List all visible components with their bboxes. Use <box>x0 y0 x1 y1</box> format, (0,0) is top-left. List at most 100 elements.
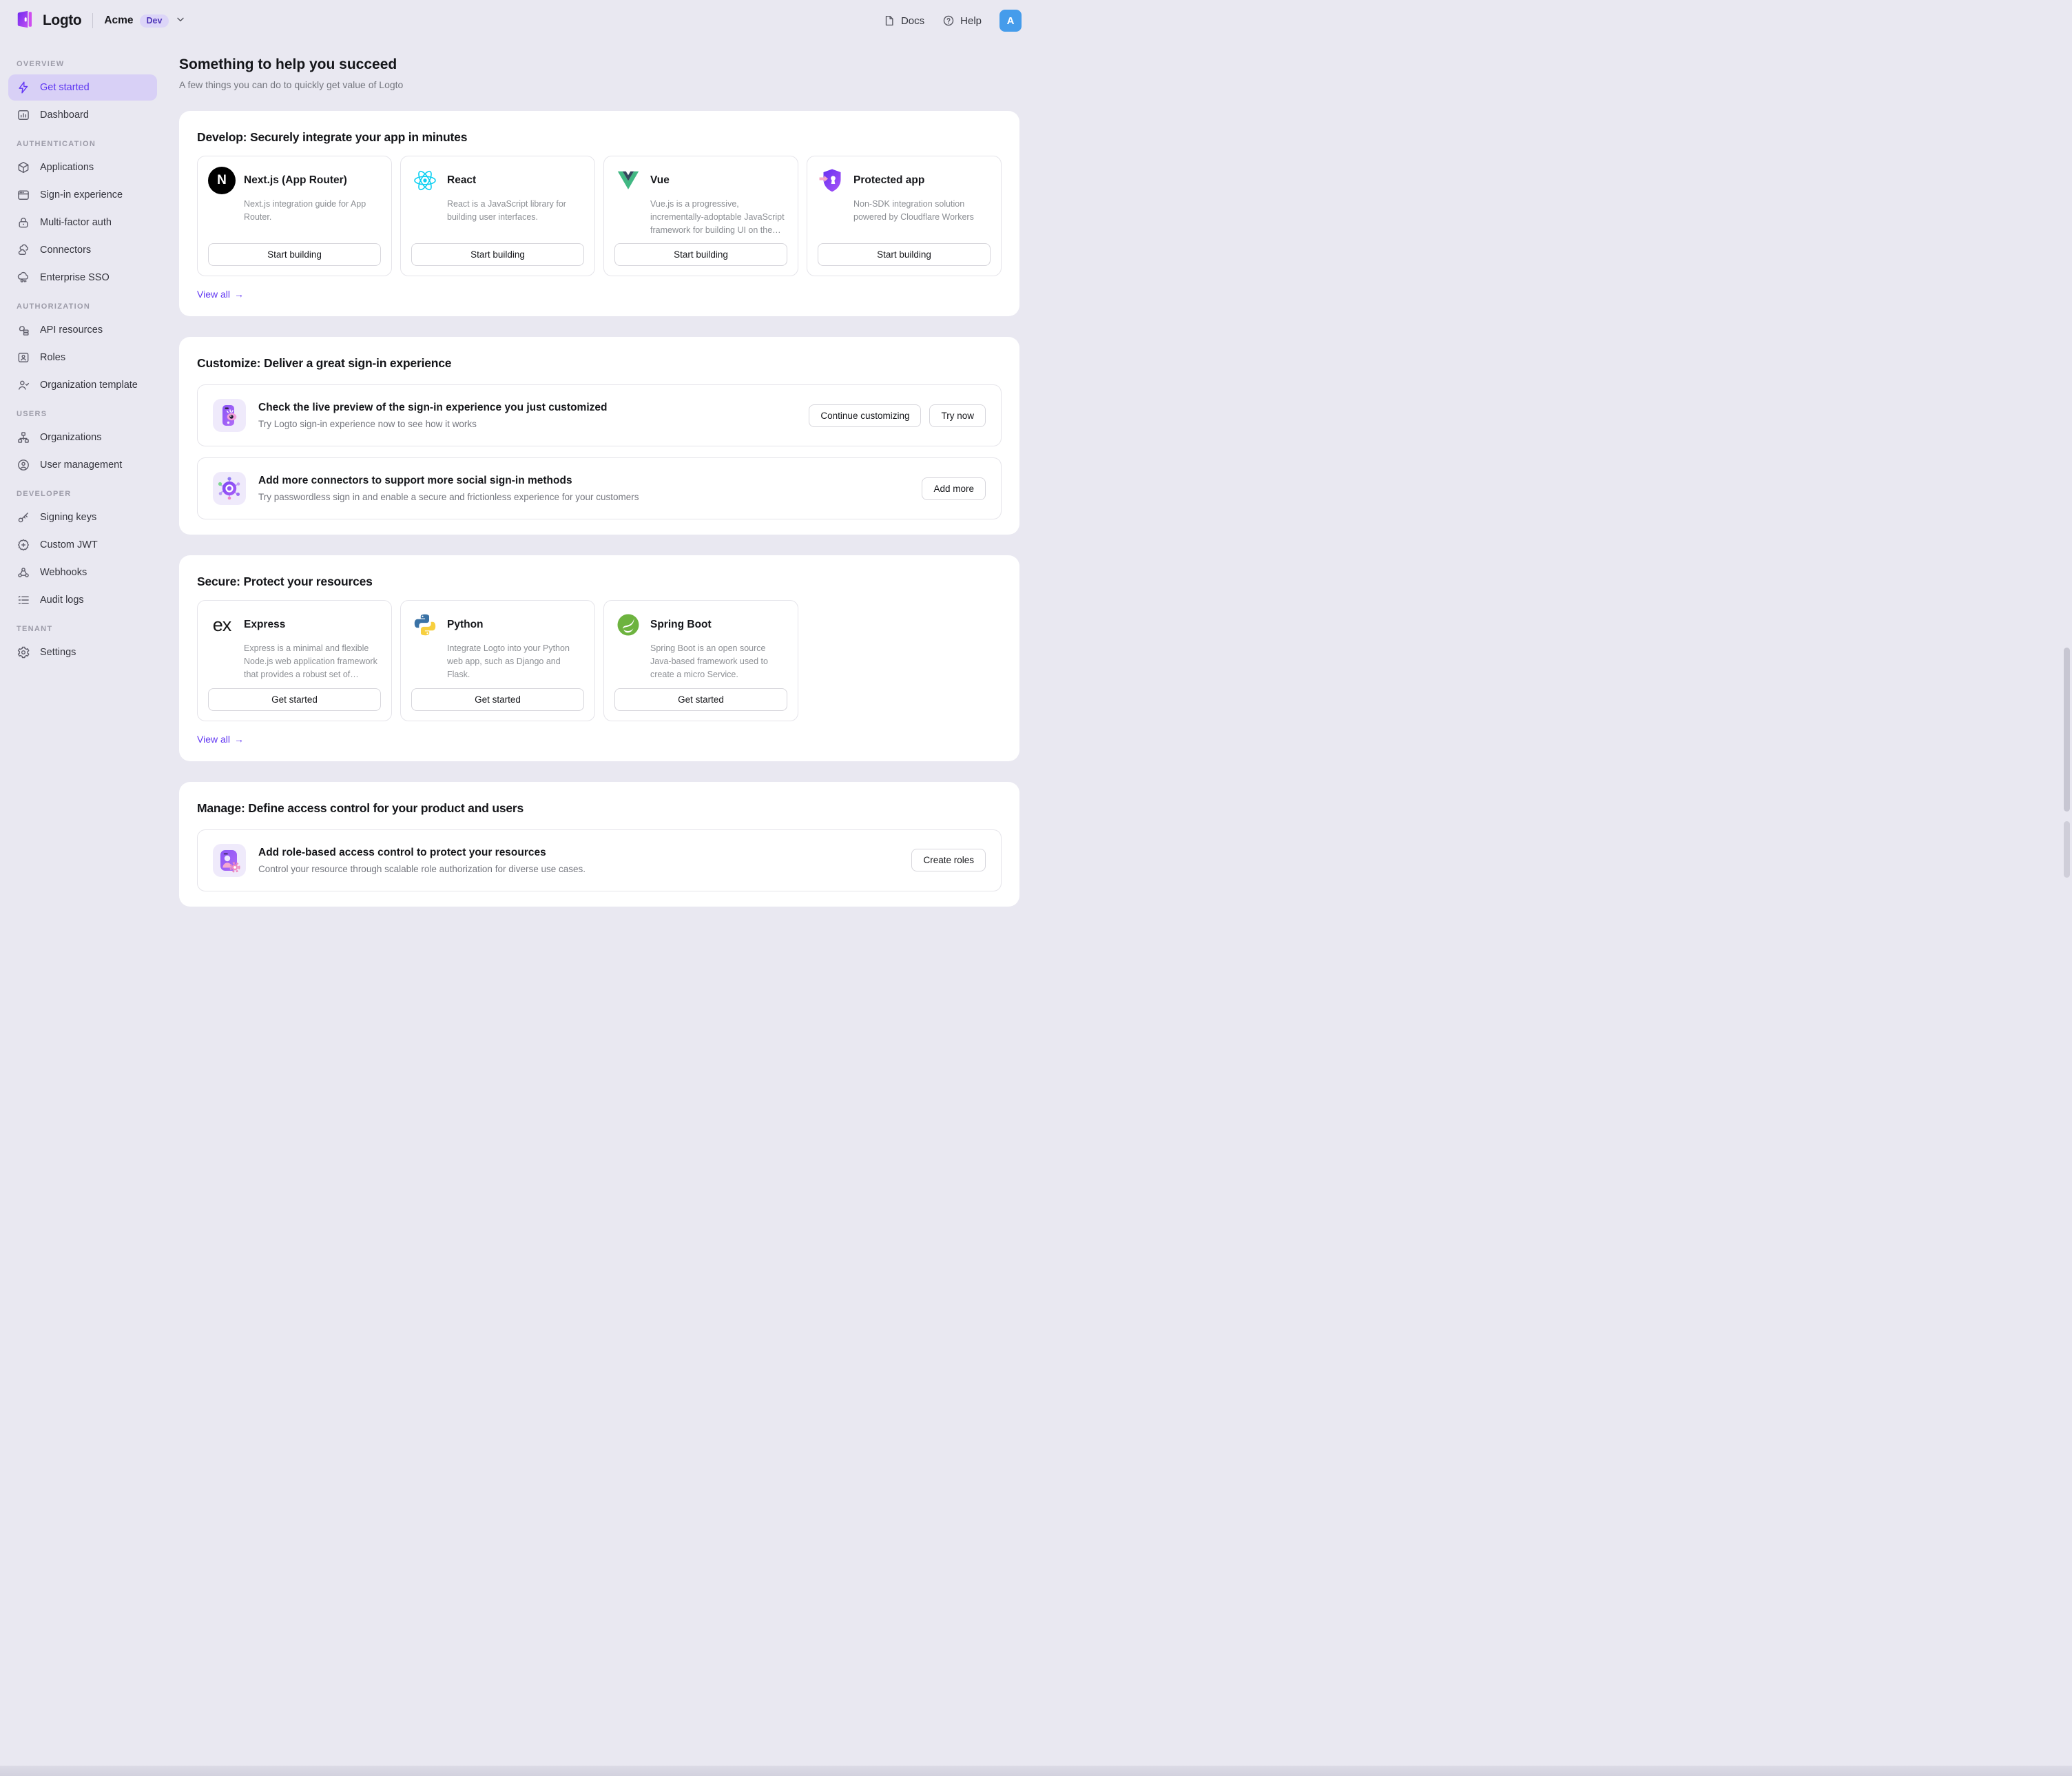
horizontal-scrollbar-track[interactable] <box>0 1766 2072 1776</box>
guide-card-express: ex Express Express is a minimal and flex… <box>197 600 392 721</box>
guide-card-description: Vue.js is a progressive, incrementally-a… <box>650 198 787 236</box>
sidebar-item-enterprise-sso[interactable]: Enterprise SSO <box>8 265 157 291</box>
cube-icon <box>17 161 30 174</box>
sidebar-item-api-resources[interactable]: API resources <box>8 317 157 343</box>
rbac-user-gear-icon <box>213 844 246 877</box>
empty-grid-cell <box>807 600 1002 721</box>
develop-view-all-link[interactable]: View all → <box>197 289 244 300</box>
get-started-button[interactable]: Get started <box>614 688 787 711</box>
guide-card-title: Protected app <box>853 174 924 187</box>
sidebar-item-label: Connectors <box>40 245 91 256</box>
live-preview-title: Check the live preview of the sign-in ex… <box>258 402 796 414</box>
guide-card-description: React is a JavaScript library for buildi… <box>447 198 584 236</box>
sidebar-item-get-started[interactable]: Get started <box>8 74 157 101</box>
sidebar-item-dashboard[interactable]: Dashboard <box>8 102 157 128</box>
topbar-divider <box>92 13 93 28</box>
start-building-button[interactable]: Start building <box>614 243 787 266</box>
get-started-button[interactable]: Get started <box>411 688 584 711</box>
section-develop: Develop: Securely integrate your app in … <box>179 111 1019 316</box>
sidebar-item-settings[interactable]: Settings <box>8 639 157 665</box>
sidebar-item-label: Settings <box>40 647 76 658</box>
chevron-down-icon <box>175 14 186 28</box>
sidebar-section-tenant: TENANT <box>8 624 157 634</box>
guide-card-nextjs: N Next.js (App Router) Next.js integrati… <box>197 156 392 276</box>
guide-card-title: Express <box>244 619 285 631</box>
sidebar-item-label: Custom JWT <box>40 539 98 550</box>
continue-customizing-button[interactable]: Continue customizing <box>809 404 921 427</box>
start-building-button[interactable]: Start building <box>208 243 381 266</box>
spring-boot-icon <box>614 611 642 639</box>
section-manage-title: Manage: Define access control for your p… <box>197 801 1002 816</box>
sidebar-item-audit-logs[interactable]: Audit logs <box>8 587 157 613</box>
sidebar-item-multi-factor-auth[interactable]: Multi-factor auth <box>8 209 157 236</box>
page-title: Something to help you succeed <box>179 56 1019 73</box>
section-customize: Customize: Deliver a great sign-in exper… <box>179 337 1019 535</box>
sidebar-item-roles[interactable]: Roles <box>8 344 157 371</box>
section-secure: Secure: Protect your resources ex Expres… <box>179 555 1019 761</box>
id-card-icon <box>17 351 30 364</box>
sidebar: OVERVIEW Get started Dashboard AUTHENTIC… <box>0 41 165 667</box>
guide-card-description: Next.js integration guide for App Router… <box>244 198 381 236</box>
sidebar-item-label: Enterprise SSO <box>40 272 110 283</box>
sidebar-item-signing-keys[interactable]: Signing keys <box>8 504 157 530</box>
cloud-stack-icon <box>17 323 30 337</box>
create-roles-button[interactable]: Create roles <box>911 849 986 871</box>
start-building-button[interactable]: Start building <box>818 243 991 266</box>
section-develop-title: Develop: Securely integrate your app in … <box>197 130 1002 145</box>
add-more-button[interactable]: Add more <box>922 477 986 500</box>
docs-label: Docs <box>901 15 924 27</box>
browser-window-icon <box>17 188 30 202</box>
sidebar-item-organizations[interactable]: Organizations <box>8 424 157 451</box>
sidebar-item-sign-in-experience[interactable]: Sign-in experience <box>8 182 157 208</box>
guide-card-description: Spring Boot is an open source Java-based… <box>650 642 787 681</box>
rbac-subtitle: Control your resource through scalable r… <box>258 864 899 874</box>
sidebar-item-user-management[interactable]: User management <box>8 452 157 478</box>
add-connectors-subtitle: Try passwordless sign in and enable a se… <box>258 492 909 502</box>
sidebar-item-custom-jwt[interactable]: Custom JWT <box>8 532 157 558</box>
react-icon <box>411 167 439 194</box>
view-all-label: View all <box>197 734 230 745</box>
help-button[interactable]: Help <box>942 14 982 27</box>
secure-view-all-link[interactable]: View all → <box>197 734 244 745</box>
sidebar-item-label: Dashboard <box>40 110 89 121</box>
connectors-hub-icon <box>213 472 246 505</box>
document-icon <box>883 14 895 27</box>
tenant-selector[interactable]: Acme Dev <box>104 14 186 28</box>
dashboard-icon <box>17 108 30 122</box>
clouds-icon <box>17 243 30 257</box>
sidebar-item-webhooks[interactable]: Webhooks <box>8 559 157 586</box>
guide-card-title: Next.js (App Router) <box>244 174 347 187</box>
sidebar-item-applications[interactable]: Applications <box>8 154 157 180</box>
gear-icon <box>17 646 30 659</box>
guide-card-spring-boot: Spring Boot Spring Boot is an open sourc… <box>603 600 798 721</box>
try-now-button[interactable]: Try now <box>929 404 986 427</box>
sidebar-section-authentication: AUTHENTICATION <box>8 139 157 149</box>
sidebar-section-overview: OVERVIEW <box>8 59 157 69</box>
arrow-right-icon: → <box>234 289 244 300</box>
nextjs-icon: N <box>208 167 236 194</box>
user-avatar[interactable]: A <box>999 10 1022 32</box>
start-building-button[interactable]: Start building <box>411 243 584 266</box>
cloud-key-icon <box>17 271 30 285</box>
logto-logo[interactable]: Logto <box>15 9 81 33</box>
add-connectors-title: Add more connectors to support more soci… <box>258 475 909 487</box>
get-started-button[interactable]: Get started <box>208 688 381 711</box>
live-preview-row: Check the live preview of the sign-in ex… <box>197 384 1002 446</box>
sidebar-item-label: User management <box>40 460 122 471</box>
sidebar-item-connectors[interactable]: Connectors <box>8 237 157 263</box>
vertical-scrollbar-track-end[interactable] <box>2064 821 2070 878</box>
sidebar-item-organization-template[interactable]: Organization template <box>8 372 157 398</box>
docs-button[interactable]: Docs <box>883 14 924 27</box>
sidebar-item-label: Applications <box>40 162 94 173</box>
python-icon <box>411 611 439 639</box>
help-circle-icon <box>942 14 955 27</box>
sidebar-item-label: Multi-factor auth <box>40 217 112 228</box>
vertical-scrollbar-thumb[interactable] <box>2064 648 2070 812</box>
sidebar-item-label: Signing keys <box>40 512 96 523</box>
sidebar-item-label: Sign-in experience <box>40 189 123 200</box>
sidebar-section-developer: DEVELOPER <box>8 489 157 499</box>
section-customize-title: Customize: Deliver a great sign-in exper… <box>197 356 1002 371</box>
key-icon <box>17 510 30 524</box>
express-icon: ex <box>208 611 236 639</box>
guide-card-python: Python Integrate Logto into your Python … <box>400 600 595 721</box>
